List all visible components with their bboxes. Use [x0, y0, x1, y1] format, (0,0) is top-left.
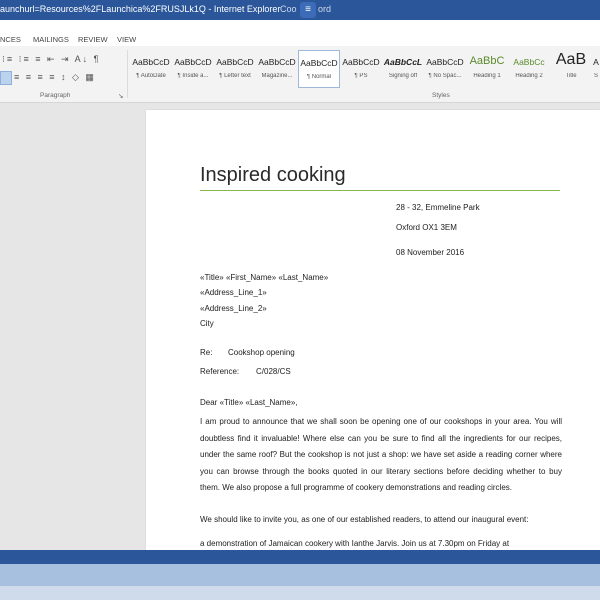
- re-label: Re:: [200, 348, 213, 357]
- document-heading: Inspired cooking: [200, 164, 346, 186]
- menu-icon[interactable]: ≡: [300, 2, 316, 18]
- paragraph-group-label: Paragraph: [40, 92, 71, 99]
- body-paragraph-1: I am proud to announce that we shall soo…: [200, 417, 562, 492]
- style-title[interactable]: AaB Title: [550, 50, 592, 88]
- body-paragraph-2: We should like to invite you, as one of …: [200, 515, 529, 524]
- sender-address-line1: 28 - 32, Emmeline Park: [396, 203, 480, 212]
- reference-label: Reference:: [200, 367, 240, 376]
- style-autodate[interactable]: AaBbCcD ¶ AutoDate: [130, 50, 172, 88]
- status-bar: [0, 550, 600, 564]
- style-subtitle[interactable]: AS: [592, 50, 600, 88]
- styles-gallery: AaBbCcD ¶ AutoDate AaBbCcD ¶ Inside a... A…: [130, 50, 600, 90]
- style-no-spacing[interactable]: AaBbCcD ¶ No Spac...: [424, 50, 466, 88]
- style-magazine[interactable]: AaBbCcD Magazine...: [256, 50, 298, 88]
- style-heading-2[interactable]: AaBbCc Heading 2: [508, 50, 550, 88]
- heading-rule: [200, 190, 560, 191]
- sender-address-line2: Oxford OX1 3EM: [396, 223, 457, 232]
- reference-value: C/028/CS: [256, 367, 291, 376]
- ribbon-tabs: NCES MAILINGS REVIEW VIEW: [0, 20, 600, 46]
- style-inside-address[interactable]: AaBbCcD ¶ Inside a...: [172, 50, 214, 88]
- paragraph-toolbar-row2[interactable]: ≡ ≡ ≡ ≡ ↕ ◇ ▦: [14, 72, 96, 83]
- paragraph-group: ⁝≡ ⁝≡ ≡ ⇤ ⇥ A↓ ¶ ≡ ≡ ≡ ≡ ↕ ◇ ▦ Paragraph…: [0, 46, 127, 102]
- tab-mailings[interactable]: MAILINGS: [33, 35, 69, 44]
- left-margin-area: [0, 103, 145, 550]
- merge-field-city: City: [200, 319, 214, 328]
- merge-field-name: «Title» «First_Name» «Last_Name»: [200, 273, 329, 282]
- document-title-left: Coo: [280, 4, 297, 14]
- style-heading-1[interactable]: AaBbC Heading 1: [466, 50, 508, 88]
- re-value: Cookshop opening: [228, 348, 295, 357]
- dialog-launcher-icon[interactable]: ↘: [118, 92, 123, 100]
- merge-field-address1: «Address_Line_1»: [200, 288, 267, 297]
- style-signing-off[interactable]: AaBbCcL Signing off: [382, 50, 424, 88]
- tab-view[interactable]: VIEW: [117, 35, 136, 44]
- group-divider: [127, 50, 128, 98]
- taskbar-area: [0, 564, 600, 600]
- paragraph-toolbar-row1[interactable]: ⁝≡ ⁝≡ ≡ ⇤ ⇥ A↓ ¶: [2, 54, 100, 65]
- style-ps[interactable]: AaBbCcD ¶ PS: [340, 50, 382, 88]
- window-titlebar: aunchurl=Resources%2FLaunchica%2FRUSJLk1…: [0, 0, 600, 20]
- body-paragraph-3: a demonstration of Jamaican cookery with…: [200, 539, 510, 548]
- document-page[interactable]: Inspired cooking 28 - 32, Emmeline Park …: [146, 110, 600, 550]
- tab-review[interactable]: REVIEW: [78, 35, 108, 44]
- salutation: Dear «Title» «Last_Name»,: [200, 398, 298, 407]
- style-normal[interactable]: AaBbCcD ¶ Normal: [298, 50, 340, 88]
- taskbar-shade: [0, 586, 600, 600]
- style-letter-text[interactable]: AaBbCcD ¶ Letter text: [214, 50, 256, 88]
- tab-references[interactable]: NCES: [0, 35, 21, 44]
- document-title-right: ord: [318, 4, 332, 14]
- letter-date: 08 November 2016: [396, 248, 465, 257]
- ribbon: ⁝≡ ⁝≡ ≡ ⇤ ⇥ A↓ ¶ ≡ ≡ ≡ ≡ ↕ ◇ ▦ Paragraph…: [0, 46, 600, 103]
- align-left-button[interactable]: [0, 71, 12, 85]
- merge-field-address2: «Address_Line_2»: [200, 304, 267, 313]
- window-title: aunchurl=Resources%2FLaunchica%2FRUSJLk1…: [0, 4, 281, 14]
- styles-group-label: Styles: [432, 92, 450, 99]
